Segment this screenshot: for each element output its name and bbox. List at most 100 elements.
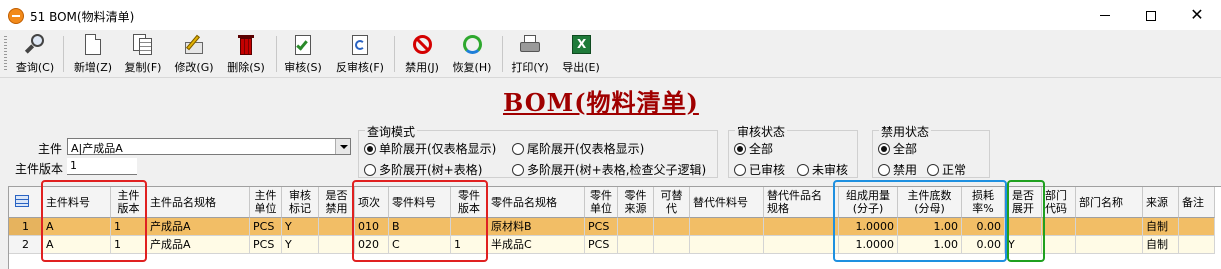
table-cell[interactable]: 1.0000 — [839, 236, 898, 254]
table-row[interactable]: 1 A 1 产成品A PCS Y 010 B 原材料B PCS 1.0000 1.00 0.00 自制 — [9, 218, 1221, 236]
table-cell[interactable]: 自制 — [1143, 236, 1179, 254]
restore-button[interactable]: 恢复(H) — [449, 34, 495, 76]
table-cell[interactable]: 1.00 — [898, 218, 962, 236]
disable-button[interactable]: 禁用(J) — [399, 34, 445, 76]
disable-status-option[interactable]: 正常 — [927, 161, 966, 178]
column-header[interactable]: 替代件品名 规格 — [764, 187, 839, 218]
table-cell[interactable]: 020 — [355, 236, 389, 254]
column-header[interactable]: 替代件料号 — [690, 187, 764, 218]
table-cell[interactable] — [1005, 218, 1042, 236]
close-button[interactable]: ✕ — [1174, 0, 1220, 30]
column-header[interactable]: 零件 版本 — [451, 187, 488, 218]
edit-button[interactable]: 修改(G) — [171, 34, 217, 76]
query-mode-option[interactable]: 尾阶展开(仅表格显示) — [512, 140, 644, 157]
table-cell[interactable] — [618, 236, 654, 254]
table-cell[interactable]: 010 — [355, 218, 389, 236]
table-cell[interactable]: Y — [282, 218, 319, 236]
table-cell[interactable]: 1.00 — [898, 236, 962, 254]
table-cell[interactable] — [1076, 218, 1143, 236]
column-header[interactable]: 零件 单位 — [585, 187, 618, 218]
column-header[interactable]: 主件 单位 — [250, 187, 282, 218]
table-cell[interactable]: PCS — [250, 218, 282, 236]
column-header[interactable]: 可替 代 — [654, 187, 690, 218]
table-cell[interactable]: Y — [1005, 236, 1042, 254]
table-cell[interactable]: A — [43, 218, 111, 236]
approve-button[interactable]: 审核(S) — [280, 34, 326, 76]
table-cell[interactable]: 1 — [451, 236, 488, 254]
table-cell[interactable] — [451, 218, 488, 236]
table-row[interactable]: 2 A 1 产成品A PCS Y 020 C 1 半成品C PCS 1.0000 1.00 0.00 Y 自制 — [9, 236, 1221, 254]
minimize-button[interactable] — [1082, 0, 1128, 30]
version-input[interactable]: 1 — [67, 158, 137, 175]
table-cell[interactable] — [1076, 236, 1143, 254]
column-header[interactable]: 主件底数 (分母) — [898, 187, 962, 218]
column-header[interactable]: 零件 来源 — [618, 187, 654, 218]
table-cell[interactable]: A — [43, 236, 111, 254]
bom-grid[interactable]: 主件料号 主件 版本 主件品名规格 主件 单位 审核 标记 是否 禁用 项次 零件料号 零件 版… — [8, 186, 1221, 269]
query-button[interactable]: 查询(C) — [12, 34, 58, 76]
column-header[interactable]: 主件品名规格 — [147, 187, 250, 218]
table-cell[interactable] — [1179, 218, 1215, 236]
column-header[interactable]: 项次 — [355, 187, 389, 218]
table-cell[interactable] — [764, 218, 839, 236]
table-cell[interactable] — [1042, 236, 1076, 254]
print-button[interactable]: 打印(Y) — [507, 34, 553, 76]
table-cell[interactable] — [319, 236, 355, 254]
column-header[interactable]: 主件 版本 — [111, 187, 147, 218]
table-cell[interactable] — [1042, 218, 1076, 236]
table-cell[interactable]: 1 — [111, 218, 147, 236]
row-number[interactable]: 2 — [9, 236, 43, 254]
table-cell[interactable]: B — [389, 218, 451, 236]
disable-status-option[interactable]: 全部 — [878, 140, 917, 157]
table-cell[interactable] — [690, 236, 764, 254]
review-status-option[interactable]: 全部 — [734, 140, 773, 157]
table-cell[interactable]: PCS — [585, 236, 618, 254]
table-cell[interactable]: 原材料B — [488, 218, 585, 236]
table-cell[interactable] — [654, 218, 690, 236]
table-cell[interactable]: 1.0000 — [839, 218, 898, 236]
column-header[interactable]: 零件料号 — [389, 187, 451, 218]
table-cell[interactable]: PCS — [585, 218, 618, 236]
copy-button[interactable]: 复制(F) — [120, 34, 166, 76]
column-header[interactable]: 备注 — [1179, 187, 1215, 218]
column-header[interactable]: 是否 展开 — [1005, 187, 1042, 218]
table-cell[interactable]: 半成品C — [488, 236, 585, 254]
table-cell[interactable]: Y — [282, 236, 319, 254]
table-cell[interactable]: 产成品A — [147, 218, 250, 236]
maximize-button[interactable] — [1128, 0, 1174, 30]
grid-corner[interactable] — [9, 187, 43, 218]
new-button[interactable]: 新增(Z) — [70, 34, 116, 76]
table-cell[interactable] — [1179, 236, 1215, 254]
column-header[interactable]: 组成用量 (分子) — [839, 187, 898, 218]
row-number[interactable]: 1 — [9, 218, 43, 236]
column-header[interactable]: 损耗 率% — [962, 187, 1005, 218]
review-status-option[interactable]: 已审核 — [734, 161, 785, 178]
table-cell[interactable]: C — [389, 236, 451, 254]
delete-button[interactable]: 删除(S) — [223, 34, 269, 76]
column-header[interactable]: 是否 禁用 — [319, 187, 355, 218]
export-button[interactable]: 导出(E) — [558, 34, 604, 76]
table-cell[interactable]: 0.00 — [962, 218, 1005, 236]
table-cell[interactable] — [319, 218, 355, 236]
column-header[interactable]: 零件品名规格 — [488, 187, 585, 218]
chevron-down-icon[interactable] — [335, 139, 350, 154]
table-cell[interactable] — [764, 236, 839, 254]
table-cell[interactable]: 0.00 — [962, 236, 1005, 254]
column-header[interactable]: 部门名称 — [1076, 187, 1143, 218]
table-cell[interactable] — [690, 218, 764, 236]
column-header[interactable]: 审核 标记 — [282, 187, 319, 218]
query-mode-option[interactable]: 多阶展开(树+表格,检查父子逻辑) — [512, 161, 706, 178]
query-mode-option[interactable]: 多阶展开(树+表格) — [364, 161, 482, 178]
toolbar-grip[interactable] — [4, 36, 7, 72]
table-cell[interactable]: 自制 — [1143, 218, 1179, 236]
parent-combobox[interactable]: A|产成品A — [67, 138, 351, 155]
unapprove-button[interactable]: 反审核(F) — [332, 34, 388, 76]
table-cell[interactable] — [618, 218, 654, 236]
review-status-option[interactable]: 未审核 — [797, 161, 848, 178]
column-header[interactable]: 来源 — [1143, 187, 1179, 218]
column-header[interactable]: 主件料号 — [43, 187, 111, 218]
disable-status-option[interactable]: 禁用 — [878, 161, 917, 178]
column-header[interactable]: 部门 代码 — [1042, 187, 1076, 218]
table-cell[interactable]: 1 — [111, 236, 147, 254]
query-mode-option[interactable]: 单阶展开(仅表格显示) — [364, 140, 496, 157]
